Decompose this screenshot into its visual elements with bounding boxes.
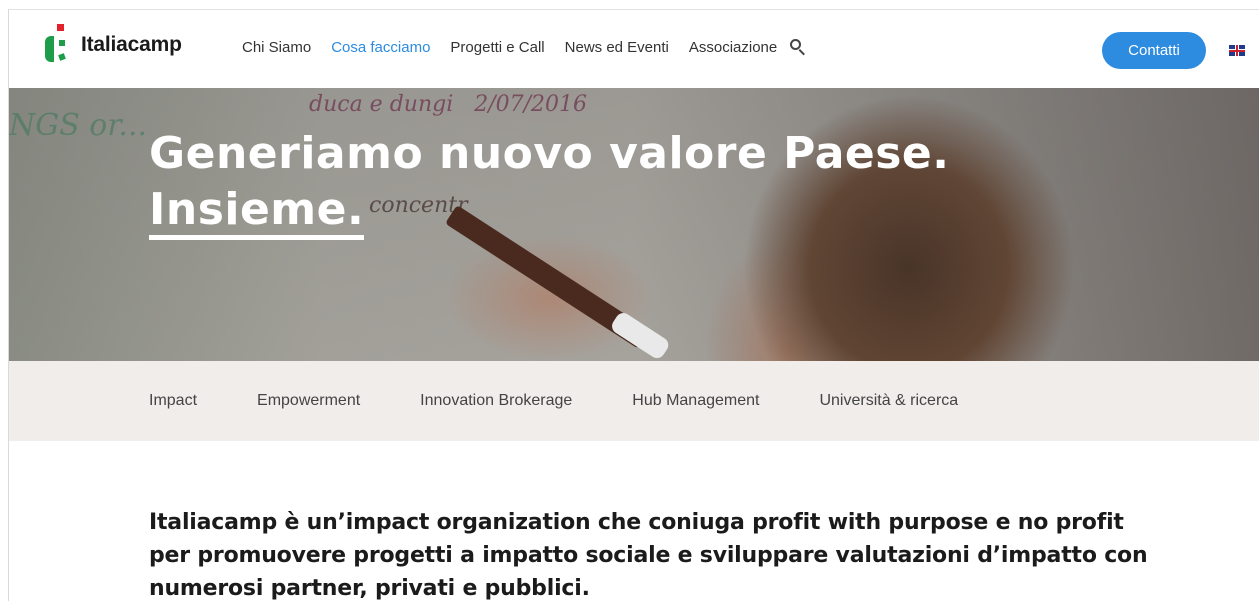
uk-flag-icon[interactable] — [1229, 45, 1245, 56]
hero-title: Generiamo nuovo valore Paese. Insieme. — [149, 126, 949, 240]
nav-item-associazione[interactable]: Associazione — [689, 39, 777, 56]
site-header: Italiacamp Chi Siamo Cosa facciamo Proge… — [9, 10, 1259, 88]
section-subnav: Impact Empowerment Innovation Brokerage … — [9, 361, 1259, 441]
logo-text: Italiacamp — [81, 33, 182, 56]
subnav-item-hub-management[interactable]: Hub Management — [632, 392, 759, 410]
italiacamp-logo[interactable]: Italiacamp — [43, 20, 182, 70]
hero-title-line1: Generiamo nuovo valore Paese. — [149, 128, 950, 179]
subnav-item-empowerment[interactable]: Empowerment — [257, 392, 360, 410]
hero-banner: duca e dungi 2/07/2016 NGS or... concent… — [9, 88, 1259, 361]
whiteboard-writing: duca e dungi 2/07/2016 — [309, 92, 588, 117]
intro-paragraph: Italiacamp è un’impact organization che … — [149, 510, 1148, 601]
whiteboard-writing: NGS or... — [9, 108, 148, 143]
subnav-item-innovation-brokerage[interactable]: Innovation Brokerage — [420, 392, 572, 410]
search-icon[interactable] — [789, 38, 807, 56]
page: Italiacamp Chi Siamo Cosa facciamo Proge… — [8, 9, 1259, 601]
logo-icon — [43, 24, 73, 66]
nav-item-progetti-e-call[interactable]: Progetti e Call — [450, 39, 544, 56]
hero-title-line2: Insieme. — [149, 185, 365, 240]
contact-button[interactable]: Contatti — [1102, 32, 1206, 69]
nav-item-news-ed-eventi[interactable]: News ed Eventi — [565, 39, 669, 56]
main-nav: Chi Siamo Cosa facciamo Progetti e Call … — [242, 38, 807, 56]
nav-item-chi-siamo[interactable]: Chi Siamo — [242, 39, 311, 56]
subnav-item-universita-ricerca[interactable]: Università & ricerca — [819, 392, 958, 410]
subnav-item-impact[interactable]: Impact — [149, 392, 197, 410]
nav-item-cosa-facciamo[interactable]: Cosa facciamo — [331, 39, 430, 56]
